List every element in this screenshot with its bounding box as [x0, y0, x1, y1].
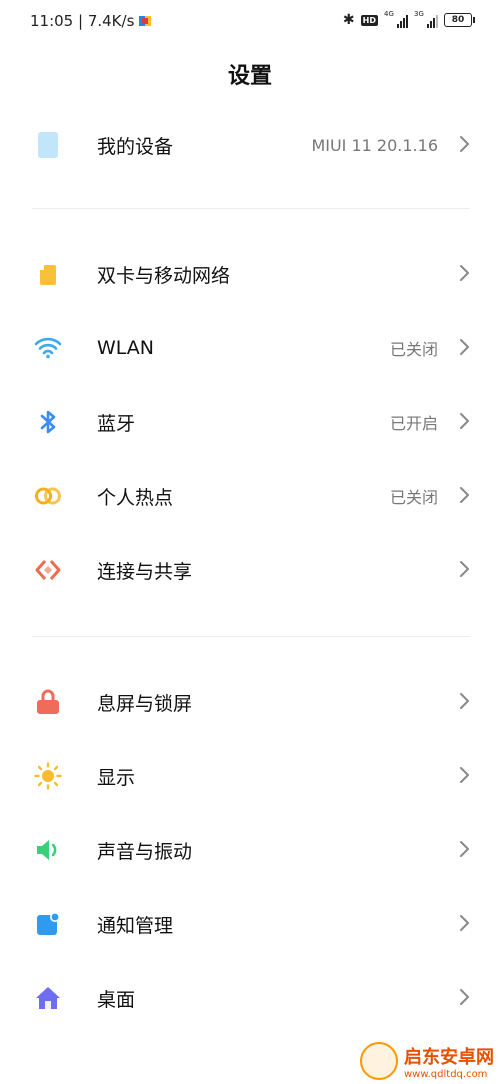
- lock-icon: [34, 689, 62, 714]
- bluetooth-icon: [34, 410, 62, 434]
- settings-row-hotspot[interactable]: 个人热点 已关闭: [0, 466, 500, 526]
- share-icon: [34, 558, 62, 582]
- watermark: 启东安卓网 www.qdltdq.com: [360, 1042, 494, 1080]
- chevron-right-icon: [458, 337, 470, 361]
- chevron-right-icon: [458, 913, 470, 937]
- settings-row-label: 通知管理: [97, 914, 174, 937]
- chevron-right-icon: [458, 987, 470, 1011]
- settings-row-bluetooth[interactable]: 蓝牙 已开启: [0, 392, 500, 452]
- watermark-title: 启东安卓网: [404, 1046, 494, 1068]
- settings-row-notifications[interactable]: 通知管理: [0, 894, 500, 954]
- page-title: 设置: [227, 64, 272, 89]
- settings-row-display[interactable]: 显示: [0, 746, 500, 806]
- battery-icon: 80: [444, 13, 475, 27]
- media-app-icon: [139, 16, 152, 26]
- settings-row-value: 已关闭: [389, 340, 438, 359]
- settings-row-label: 连接与共享: [97, 560, 193, 583]
- signal-icon-sim1: 4G: [384, 10, 408, 28]
- status-bar: 11:05 | 7.4K/s ✱ HD 4G 3G 80: [0, 0, 500, 44]
- settings-row-lock-screen[interactable]: 息屏与锁屏: [0, 672, 500, 732]
- status-left: 11:05 | 7.4K/s: [30, 12, 152, 30]
- settings-row-sound-vibration[interactable]: 声音与振动: [0, 820, 500, 880]
- chevron-right-icon: [458, 263, 470, 287]
- chevron-right-icon: [458, 765, 470, 789]
- watermark-url: www.qdltdq.com: [404, 1068, 488, 1080]
- settings-row-label: 我的设备: [97, 135, 174, 158]
- hd-voice-icon: HD: [360, 14, 378, 26]
- home-icon: [34, 986, 62, 1010]
- settings-row-label: 声音与振动: [97, 840, 193, 863]
- network-type-sim2: 3G: [414, 10, 424, 18]
- signal-icon-sim2: 3G: [414, 10, 438, 28]
- section-divider: [32, 208, 470, 209]
- settings-row-label: 蓝牙: [97, 412, 136, 435]
- bluetooth-status-icon: ✱: [342, 12, 355, 28]
- settings-row-label: 息屏与锁屏: [97, 692, 193, 715]
- chevron-right-icon: [458, 485, 470, 509]
- settings-row-my-device[interactable]: 我的设备 MIUI 11 20.1.16: [0, 115, 500, 175]
- hotspot-icon: [34, 484, 62, 508]
- status-right: ✱ HD 4G 3G 80: [342, 10, 475, 28]
- section-divider: [32, 636, 470, 637]
- tablet-icon: [34, 132, 62, 158]
- settings-row-label: 双卡与移动网络: [97, 264, 231, 287]
- chevron-right-icon: [458, 411, 470, 435]
- settings-row-value: 已开启: [389, 414, 438, 433]
- wifi-icon: [34, 336, 62, 360]
- watermark-logo-icon: [360, 1042, 398, 1080]
- settings-row-label: 显示: [97, 766, 136, 789]
- settings-row-label: 桌面: [97, 988, 136, 1011]
- speaker-icon: [34, 838, 62, 862]
- settings-row-label: WLAN: [97, 337, 155, 359]
- chevron-right-icon: [458, 134, 470, 158]
- settings-row-label: 个人热点: [97, 486, 174, 509]
- chevron-right-icon: [458, 691, 470, 715]
- settings-row-connection-sharing[interactable]: 连接与共享: [0, 540, 500, 600]
- settings-row-wlan[interactable]: WLAN 已关闭: [0, 318, 500, 378]
- chevron-right-icon: [458, 559, 470, 583]
- network-type-sim1: 4G: [384, 10, 394, 18]
- sim-card-icon: [34, 262, 62, 286]
- chevron-right-icon: [458, 839, 470, 863]
- settings-row-value: 已关闭: [389, 488, 438, 507]
- settings-row-home-screen[interactable]: 桌面: [0, 968, 500, 1028]
- time-and-speed: 11:05 | 7.4K/s: [30, 12, 135, 30]
- notification-icon: [34, 912, 62, 936]
- settings-row-dual-sim[interactable]: 双卡与移动网络: [0, 244, 500, 304]
- sun-icon: [34, 762, 62, 790]
- settings-row-value: MIUI 11 20.1.16: [311, 135, 438, 155]
